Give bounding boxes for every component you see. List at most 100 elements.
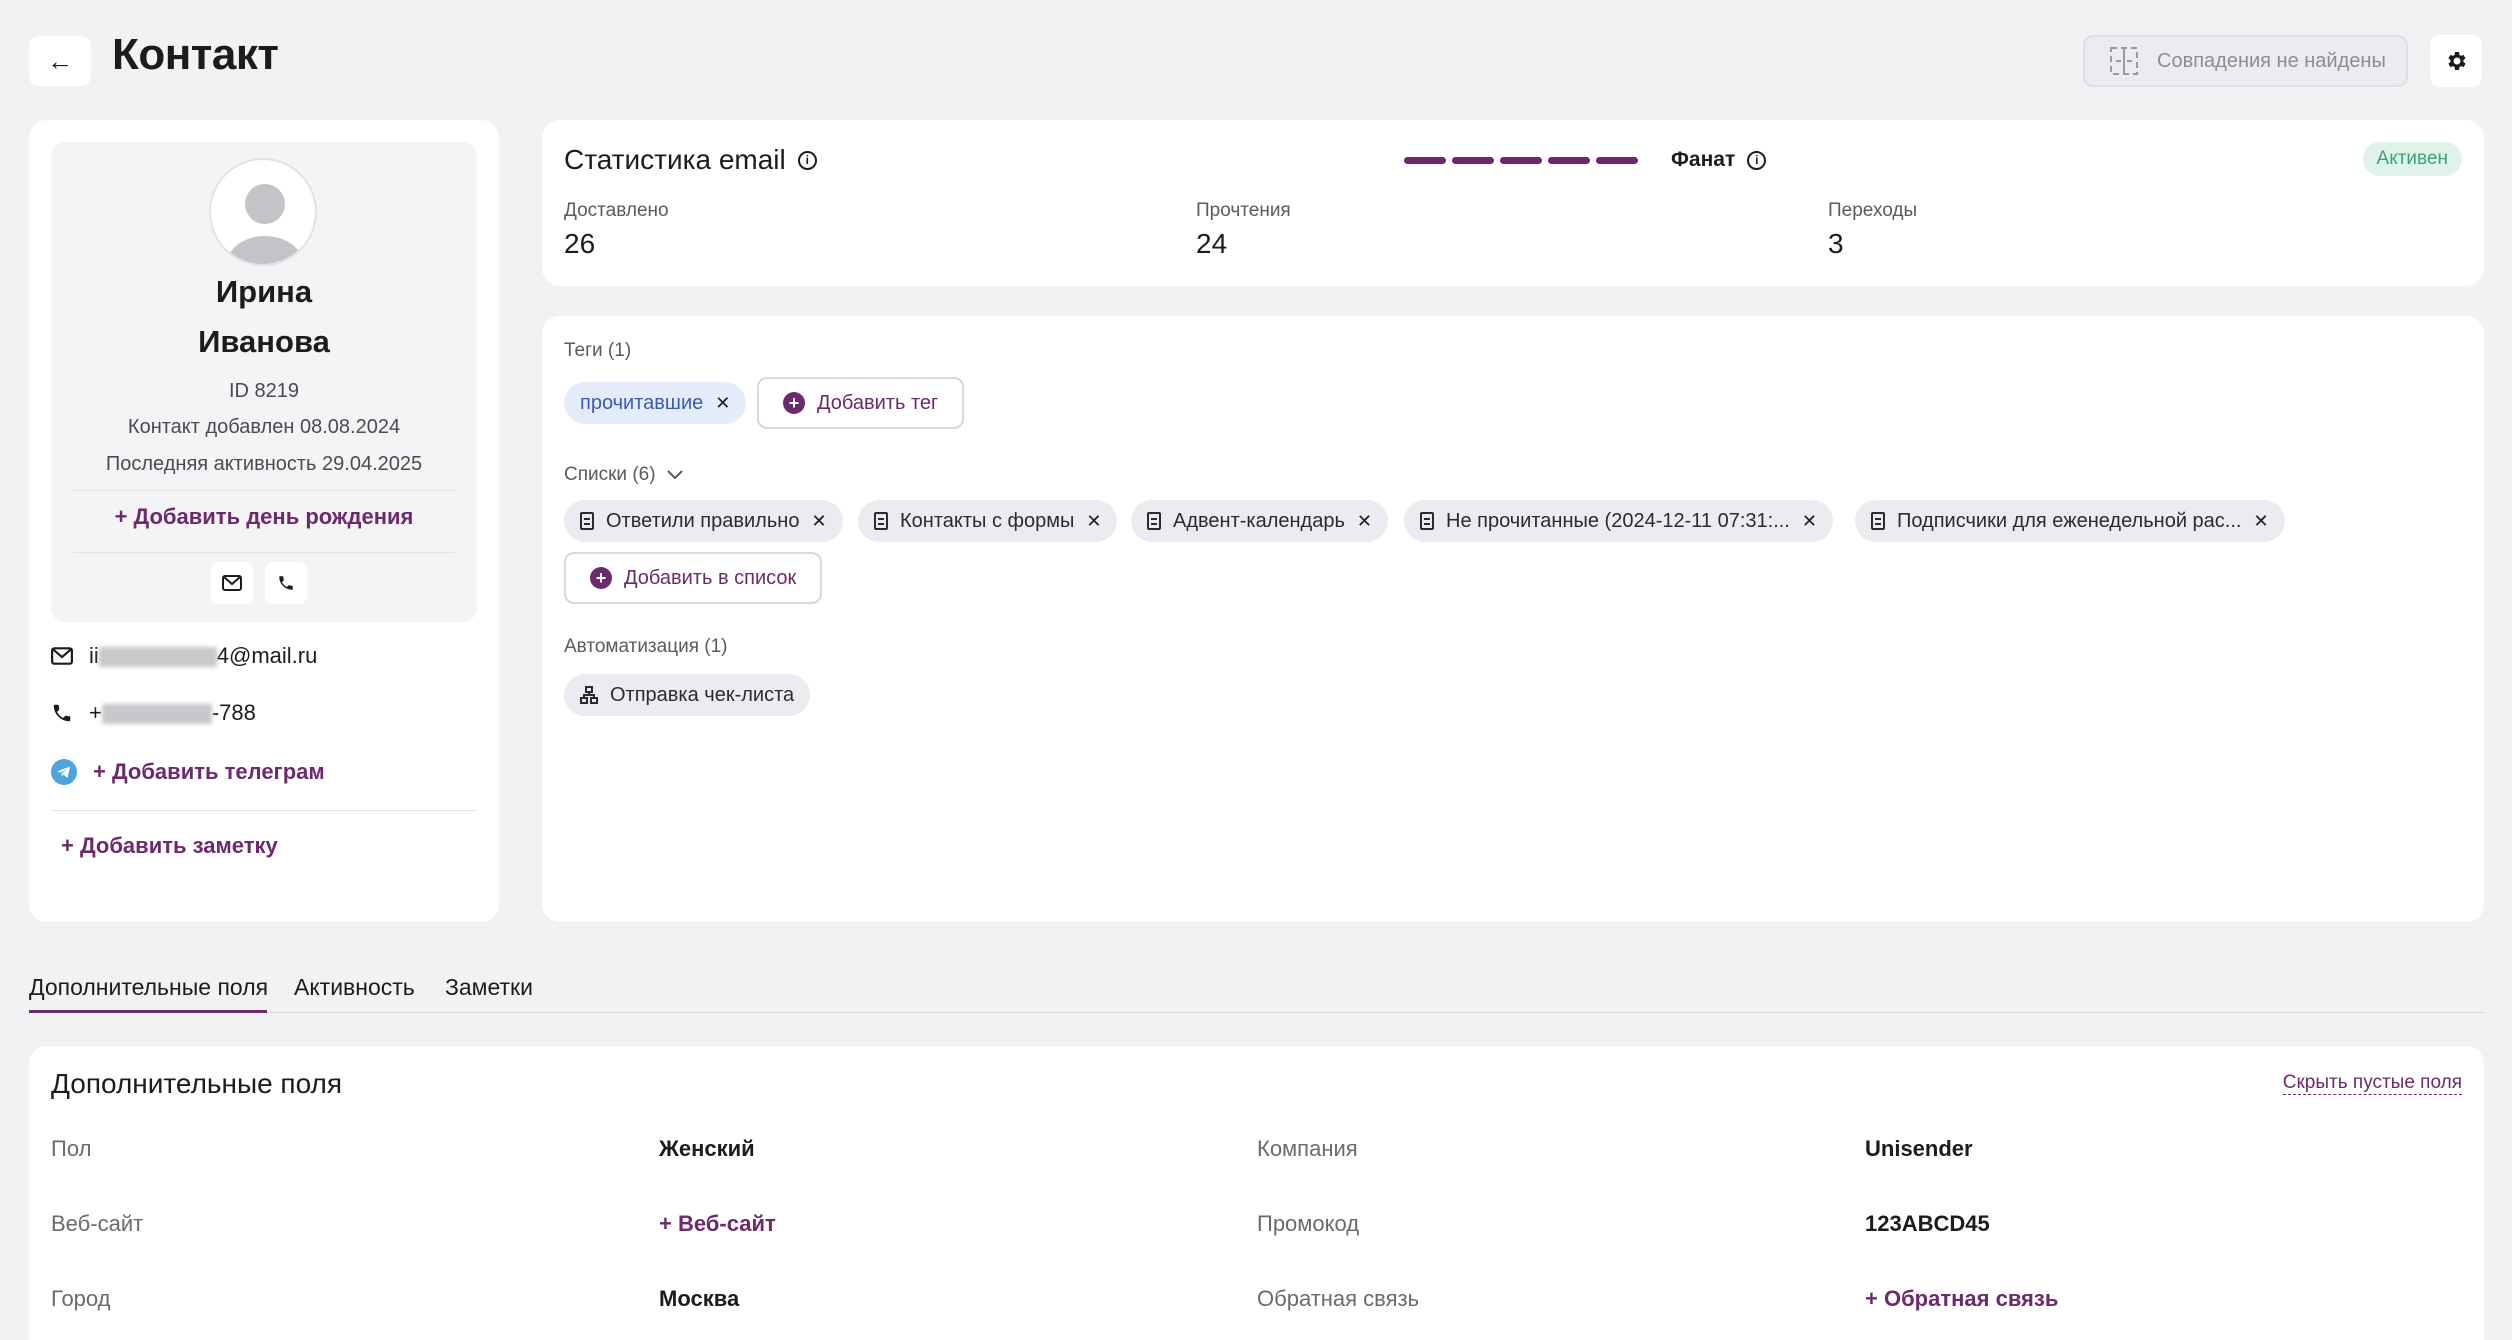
list-chip-label: Подписчики для еженедельной рас... xyxy=(1897,509,2242,532)
profile-card: Ирина Иванова ID 8219 Контакт добавлен 0… xyxy=(29,120,499,922)
add-tag-button[interactable]: + Добавить тег xyxy=(757,377,965,429)
tab-activity[interactable]: Активность xyxy=(294,974,415,1001)
phone-suffix: -788 xyxy=(211,700,256,725)
mail-icon xyxy=(222,575,242,591)
tag-chip[interactable]: прочитавшие ✕ xyxy=(564,382,747,424)
arrow-left-icon: ← xyxy=(47,45,73,76)
add-birthday-link[interactable]: + Добавить день рождения xyxy=(51,504,477,530)
add-to-list-button[interactable]: + Добавить в список xyxy=(564,552,823,604)
lists-toggle[interactable]: Списки (6) xyxy=(564,464,684,486)
gear-icon xyxy=(2448,52,2466,70)
telegram-icon xyxy=(51,759,77,785)
add-feedback-link[interactable]: + Обратная связь xyxy=(1865,1286,2058,1312)
email-stats-card: Статистика email i Фанат i Активен Доста… xyxy=(542,120,2484,286)
list-chip-label: Адвент-календарь xyxy=(1173,509,1345,532)
list-chip[interactable]: Контакты с формы ✕ xyxy=(858,500,1118,542)
automation-label: Автоматизация (1) xyxy=(564,636,728,657)
list-chip-label: Ответили правильно xyxy=(606,509,800,532)
user-placeholder-icon xyxy=(227,184,303,264)
engagement-level-segment xyxy=(1548,157,1590,164)
email-prefix: ii xyxy=(89,643,99,668)
email-row[interactable]: ii 4@mail.ru xyxy=(51,643,317,669)
phone-row[interactable]: + -788 xyxy=(51,700,256,726)
tab-notes[interactable]: Заметки xyxy=(445,974,533,1001)
workflow-icon xyxy=(580,686,598,704)
add-telegram-row[interactable]: + Добавить телеграм xyxy=(51,759,325,785)
remove-list-icon[interactable]: ✕ xyxy=(1086,511,1101,532)
hide-empty-fields-link[interactable]: Скрыть пустые поля xyxy=(2282,1072,2462,1095)
first-name: Ирина xyxy=(215,274,313,309)
delivered-value: 26 xyxy=(564,228,596,259)
list-chip-label: Не прочитанные (2024-12-11 07:31:... xyxy=(1446,509,1790,532)
info-icon[interactable]: i xyxy=(1747,150,1767,170)
engagement-level-bars xyxy=(1404,157,1638,164)
back-button[interactable]: ← xyxy=(29,36,91,86)
segmentation-card: Теги (1) прочитавшие ✕ + Добавить тег Сп… xyxy=(542,316,2484,922)
email-value: ii 4@mail.ru xyxy=(89,643,317,669)
info-icon[interactable]: i xyxy=(797,150,817,170)
additional-fields-card: Дополнительные поля Скрыть пустые поля П… xyxy=(29,1046,2484,1340)
plus-circle-icon: + xyxy=(783,392,805,414)
remove-list-icon[interactable]: ✕ xyxy=(1357,511,1372,532)
add-website-link[interactable]: + Веб-сайт xyxy=(659,1211,776,1237)
tab-additional-fields[interactable]: Дополнительные поля xyxy=(29,974,268,1001)
settings-button[interactable] xyxy=(2430,35,2482,87)
phone-prefix: + xyxy=(89,700,102,725)
field-label: Обратная связь xyxy=(1257,1286,1420,1311)
call-button[interactable] xyxy=(265,562,307,604)
remove-list-icon[interactable]: ✕ xyxy=(2253,511,2268,532)
list-icon xyxy=(1420,512,1434,530)
redacted-block xyxy=(98,647,217,668)
last-activity: Последняя активность 29.04.2025 xyxy=(105,453,423,475)
field-label: Промокод xyxy=(1257,1211,1360,1236)
tag-chip-label: прочитавшие xyxy=(580,391,704,414)
field-label: Пол xyxy=(51,1136,92,1161)
phone-icon xyxy=(279,576,293,590)
add-telegram-link[interactable]: + Добавить телеграм xyxy=(93,759,325,785)
duplicates-button[interactable]: Совпадения не найдены xyxy=(2083,35,2408,87)
engagement-level: Фанат i xyxy=(1671,148,1767,172)
profile-summary: Ирина Иванова ID 8219 Контакт добавлен 0… xyxy=(51,142,477,622)
add-note-link[interactable]: + Добавить заметку xyxy=(61,833,278,859)
clicks-label: Переходы xyxy=(1828,200,1918,221)
automation-chip[interactable]: Отправка чек-листа xyxy=(564,674,811,716)
send-email-button[interactable] xyxy=(211,562,253,604)
contact-id: ID 8219 xyxy=(228,380,300,402)
field-value[interactable]: Женский xyxy=(659,1136,755,1162)
list-chip[interactable]: Не прочитанные (2024-12-11 07:31:... ✕ xyxy=(1404,500,1833,542)
email-suffix: 4@mail.ru xyxy=(216,643,318,668)
list-chip[interactable]: Ответили правильно ✕ xyxy=(564,500,843,542)
opens-value: 24 xyxy=(1196,228,1228,259)
opens-label: Прочтения xyxy=(1196,200,1291,221)
avatar xyxy=(209,158,317,266)
remove-list-icon[interactable]: ✕ xyxy=(811,511,826,532)
active-tab-indicator xyxy=(29,1010,267,1013)
divider xyxy=(73,552,455,553)
lists-label: Списки (6) xyxy=(564,464,656,485)
field-label: Компания xyxy=(1257,1136,1358,1161)
remove-tag-icon[interactable]: ✕ xyxy=(715,393,730,414)
engagement-level-segment xyxy=(1596,157,1638,164)
chevron-down-icon xyxy=(666,470,683,480)
stats-title: Статистика email xyxy=(564,144,786,175)
status-badge: Активен xyxy=(2362,142,2462,176)
added-date: Контакт добавлен 08.08.2024 xyxy=(127,416,401,438)
field-value[interactable]: Москва xyxy=(659,1286,739,1312)
remove-list-icon[interactable]: ✕ xyxy=(1802,511,1817,532)
list-icon xyxy=(874,512,888,530)
engagement-level-label: Фанат xyxy=(1671,148,1736,171)
fields-title: Дополнительные поля xyxy=(51,1068,343,1099)
list-chip[interactable]: Адвент-календарь ✕ xyxy=(1131,500,1388,542)
merge-icon xyxy=(2110,47,2138,75)
field-label: Город xyxy=(51,1286,111,1311)
field-value[interactable]: Unisender xyxy=(1865,1136,1973,1162)
tags-label: Теги (1) xyxy=(564,340,632,361)
stats-header: Статистика email i xyxy=(564,144,817,176)
page-title: Контакт xyxy=(112,30,279,79)
last-name: Иванова xyxy=(198,324,330,359)
list-icon xyxy=(1147,512,1161,530)
delivered-label: Доставлено xyxy=(564,200,669,221)
list-icon xyxy=(1871,512,1885,530)
field-value[interactable]: 123ABCD45 xyxy=(1865,1211,1990,1237)
list-chip[interactable]: Подписчики для еженедельной рас... ✕ xyxy=(1855,500,2285,542)
